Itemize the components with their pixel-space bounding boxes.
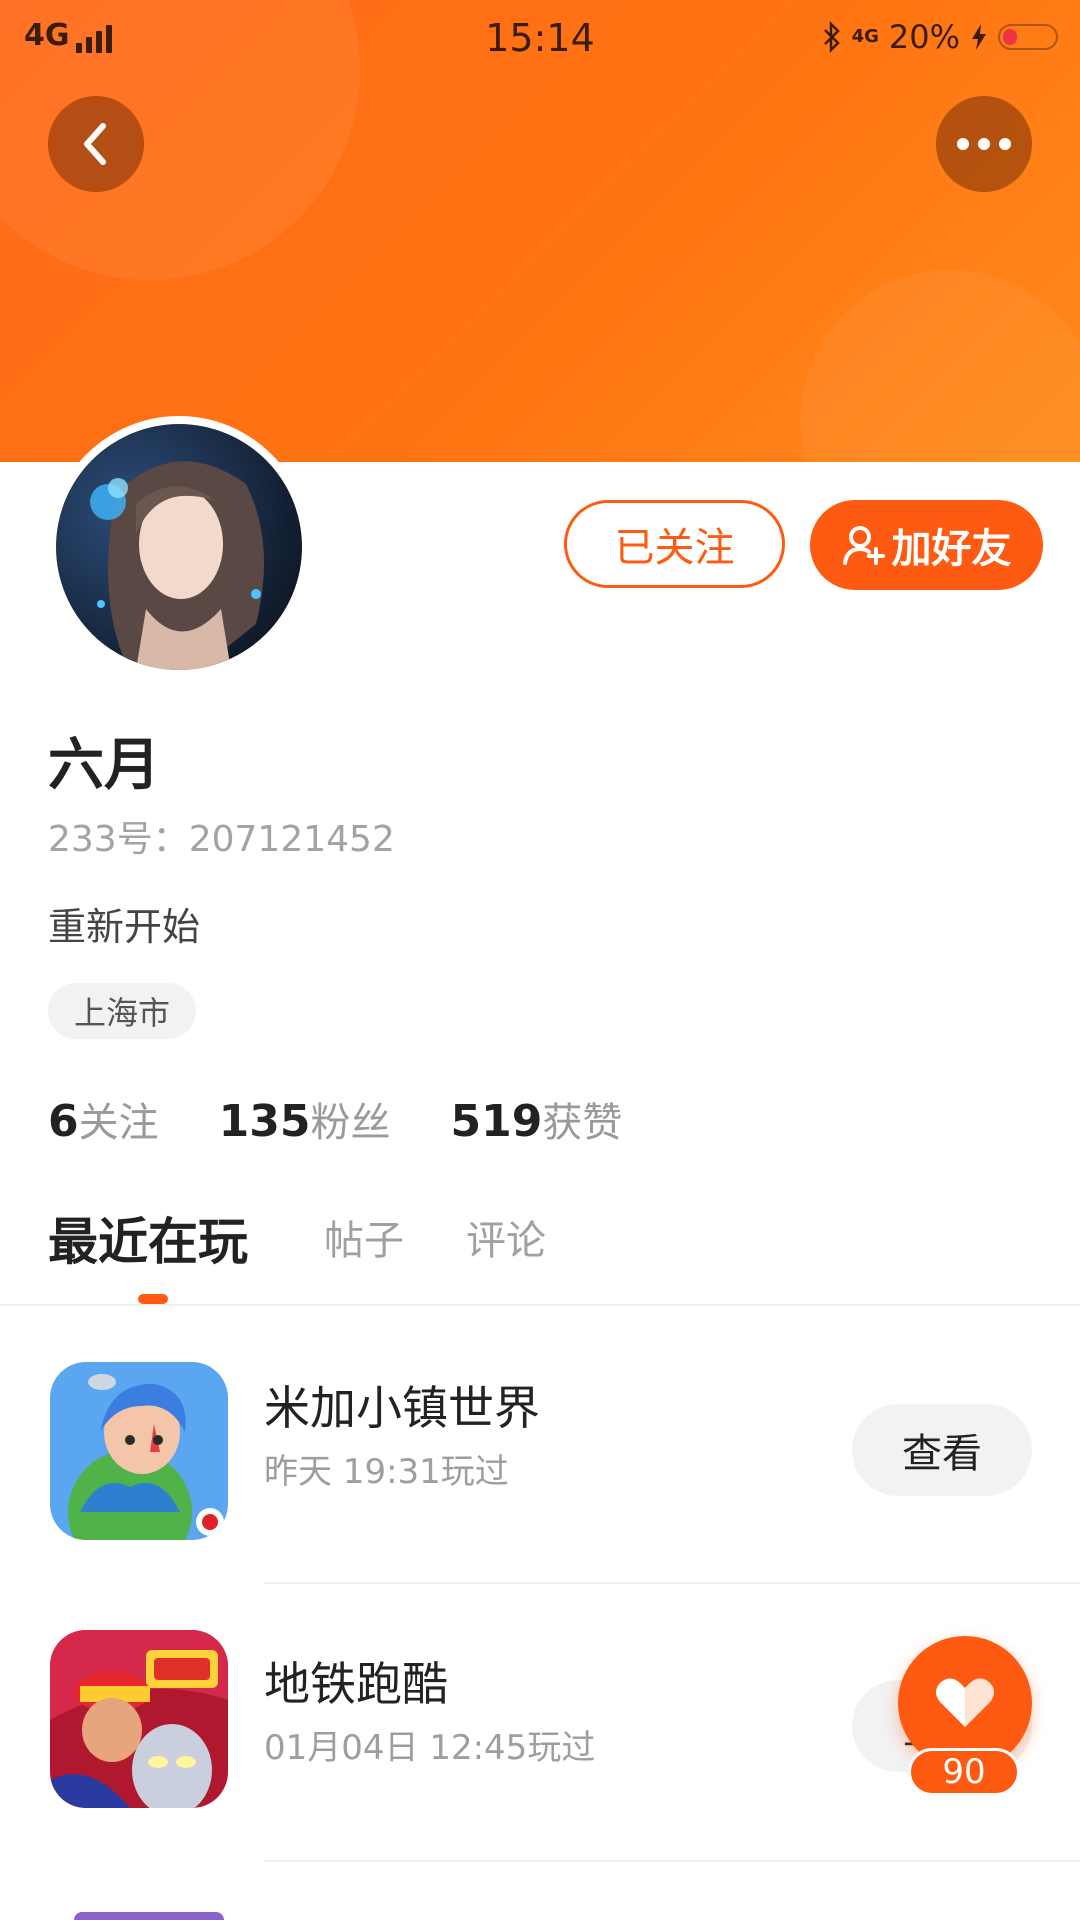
profile-bio: 重新开始 (48, 905, 201, 949)
tab-recent-play[interactable]: 最近在玩 (48, 1202, 248, 1274)
battery-percent: 20% (888, 18, 960, 56)
game-icon (50, 1362, 228, 1540)
back-button[interactable] (48, 96, 144, 192)
stat-following-count: 6 (48, 1096, 79, 1147)
game-icon (74, 1912, 224, 1920)
add-friend-button[interactable]: 加好友 (810, 500, 1043, 590)
stat-likes-count: 519 (450, 1096, 543, 1147)
stat-followers-count: 135 (218, 1096, 311, 1147)
profile-name: 六月 (48, 733, 160, 798)
network-right-label: 4G (851, 26, 879, 47)
like-count: 90 (908, 1748, 1020, 1796)
location-tag: 上海市 (48, 983, 197, 1039)
add-friend-label: 加好友 (891, 526, 1012, 572)
tab-comments[interactable]: 评论 (466, 1208, 546, 1266)
more-dots-icon (957, 138, 1011, 150)
game-title: 地铁跑酷 (264, 1657, 448, 1711)
active-tab-indicator (138, 1294, 168, 1304)
game-title: 米加小镇世界 (264, 1381, 540, 1435)
stat-following[interactable]: 6关注 (48, 1090, 159, 1148)
stat-followers-label: 粉丝 (310, 1100, 391, 1146)
charging-icon (972, 24, 986, 50)
bluetooth-icon (823, 21, 840, 53)
profile-stats: 6关注 135粉丝 519获赞 (48, 1090, 622, 1148)
status-bar: 4G 15:14 4G 20% (0, 0, 1080, 80)
game-icon (50, 1630, 228, 1808)
stat-following-label: 关注 (78, 1100, 159, 1146)
battery-icon (998, 24, 1058, 50)
stat-likes[interactable]: 519获赞 (450, 1090, 622, 1148)
more-button[interactable] (936, 96, 1032, 192)
stat-followers[interactable]: 135粉丝 (219, 1090, 391, 1148)
game-played-time: 昨天 19:31玩过 (264, 1452, 509, 1492)
list-item[interactable]: 米加小镇世界 昨天 19:31玩过 查看 (0, 1308, 1080, 1586)
profile-tabs: 最近在玩 帖子 评论 (0, 1200, 1080, 1306)
stat-likes-label: 获赞 (542, 1100, 623, 1146)
chevron-left-icon (84, 123, 106, 165)
game-played-time: 01月04日 12:45玩过 (264, 1728, 596, 1768)
list-divider (264, 1860, 1080, 1862)
followed-button[interactable]: 已关注 (564, 500, 785, 588)
profile-banner: 4G 15:14 4G 20% (0, 0, 1080, 462)
heart-icon (936, 1678, 994, 1727)
view-button[interactable]: 查看 (852, 1404, 1032, 1496)
add-user-icon (842, 526, 885, 565)
avatar[interactable] (56, 424, 302, 670)
profile-id: 233号：207121452 (48, 819, 395, 860)
tab-posts[interactable]: 帖子 (324, 1208, 404, 1266)
